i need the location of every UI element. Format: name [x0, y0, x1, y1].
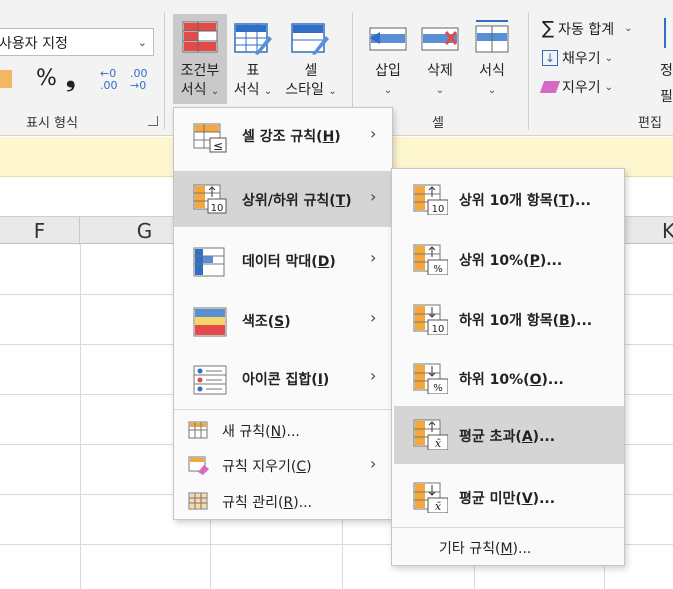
chevron-right-icon: › — [370, 454, 377, 473]
menu-item-highlight-cells-rules[interactable]: ≤ 셀 강조 규칙(H) › — [174, 108, 392, 166]
cell-styles-icon — [291, 23, 329, 55]
svg-text:%: % — [433, 383, 443, 394]
chevron-right-icon: › — [370, 187, 377, 206]
menu-item-below-average[interactable]: x̄ 평균 미만(V)... — [392, 469, 624, 525]
sigma-icon: ∑ — [542, 18, 555, 39]
svg-text:x̄: x̄ — [435, 500, 442, 513]
top-10-percent-icon: % — [413, 244, 448, 275]
top-10-items-icon: 10 — [413, 184, 448, 215]
menu-item-bottom-10-items[interactable]: 10 하위 10개 항목(B)... — [392, 291, 624, 347]
insert-cells-button[interactable]: 삽입 ⌄ — [366, 14, 410, 104]
fill-down-icon: ↓ — [542, 50, 558, 66]
menu-item-new-rule[interactable]: 새 규칙(N)... — [174, 413, 392, 447]
cells-group-label: 셀 — [432, 116, 444, 131]
chevron-down-icon: ⌄ — [263, 86, 273, 97]
autosum-button[interactable]: ∑ 자동 합계 ⌄ — [542, 18, 633, 39]
decrease-decimal-button[interactable]: .00 →0 — [130, 68, 156, 92]
delete-cells-button[interactable]: 삭제 ⌄ — [418, 14, 462, 104]
chevron-right-icon: › — [370, 124, 377, 143]
number-format-value: 사용자 지정 — [0, 36, 68, 52]
percent-style-button[interactable]: % — [36, 66, 57, 91]
color-scales-icon — [193, 307, 227, 337]
chevron-down-icon: ⌄ — [210, 86, 220, 97]
chevron-right-icon: › — [370, 248, 377, 267]
conditional-formatting-menu: ≤ 셀 강조 규칙(H) › 10 상위/하위 규칙(T) › 데이터 막대(D… — [173, 107, 393, 520]
menu-item-bottom-10-percent[interactable]: % 하위 10%(O)... — [392, 350, 624, 406]
menu-item-top-10-percent[interactable]: % 상위 10%(P)... — [392, 231, 624, 287]
svg-text:10: 10 — [211, 203, 224, 214]
top-bottom-rules-submenu: 10 상위 10개 항목(T)... % 상위 10%(P)... 10 하위 … — [391, 168, 625, 566]
chevron-down-icon: ⌄ — [487, 85, 497, 96]
currency-icon[interactable] — [0, 70, 12, 88]
menu-item-color-scales[interactable]: 색조(S) › — [174, 292, 392, 350]
editing-group-label: 편집 — [638, 116, 662, 131]
format-as-table-button[interactable]: 표 서식 ⌄ — [229, 14, 277, 104]
icon-sets-icon — [193, 365, 227, 395]
conditional-formatting-button[interactable]: 조건부 서식 ⌄ — [173, 14, 227, 104]
sort-icon — [664, 18, 673, 48]
menu-item-icon-sets[interactable]: 아이콘 집합(I) › — [174, 350, 392, 408]
dialog-launcher-icon[interactable] — [148, 116, 158, 126]
eraser-icon — [539, 81, 561, 93]
format-as-table-icon — [234, 23, 272, 55]
menu-item-clear-rules[interactable]: 규칙 지우기(C) › — [174, 448, 392, 482]
chevron-down-icon: ⌄ — [624, 23, 633, 34]
comma-style-button[interactable]: ❟ — [66, 64, 75, 92]
manage-rules-icon — [188, 492, 208, 510]
number-group-label: 표시 형식 — [26, 116, 78, 131]
menu-item-data-bars[interactable]: 데이터 막대(D) › — [174, 232, 392, 290]
column-header-f[interactable]: F — [0, 217, 80, 245]
highlight-cells-rules-icon: ≤ — [193, 123, 227, 153]
find-select-button[interactable]: 필 — [660, 86, 673, 106]
sort-filter-button[interactable]: 정 — [660, 60, 673, 80]
chevron-down-icon: ⌄ — [137, 36, 147, 49]
menu-item-manage-rules[interactable]: 규칙 관리(R)... — [174, 484, 392, 518]
column-header-k[interactable]: K — [652, 217, 673, 245]
svg-text:10: 10 — [432, 324, 445, 335]
clear-button[interactable]: 지우기 ⌄ — [539, 77, 614, 97]
svg-text:10: 10 — [432, 204, 445, 215]
delete-cells-icon — [421, 27, 459, 51]
chevron-down-icon: ⌄ — [435, 85, 445, 96]
chevron-right-icon: › — [370, 308, 377, 327]
above-average-icon: x̄ — [413, 419, 448, 450]
svg-text:%: % — [433, 264, 443, 275]
chevron-down-icon: ⌄ — [328, 86, 337, 97]
chevron-right-icon: › — [370, 366, 377, 385]
svg-text:x̄: x̄ — [435, 437, 442, 450]
menu-item-above-average[interactable]: x̄ 평균 초과(A)... — [394, 406, 624, 464]
bottom-10-items-icon: 10 — [413, 304, 448, 335]
menu-item-more-rules[interactable]: 기타 규칙(M)... — [392, 531, 624, 563]
chevron-down-icon: ⌄ — [383, 85, 393, 96]
fill-button[interactable]: ↓ 채우기 ⌄ — [542, 48, 613, 68]
bottom-10-percent-icon: % — [413, 363, 448, 394]
format-cells-button[interactable]: 서식 ⌄ — [470, 14, 514, 104]
top-bottom-rules-icon: 10 — [193, 184, 227, 214]
data-bars-icon — [193, 247, 225, 277]
conditional-formatting-icon — [182, 21, 218, 53]
chevron-down-icon: ⌄ — [604, 81, 614, 93]
number-format-select[interactable]: 사용자 지정 ⌄ — [0, 28, 154, 56]
below-average-icon: x̄ — [413, 482, 448, 513]
increase-decimal-button[interactable]: ←0 .00 — [100, 68, 126, 92]
cell-styles-button[interactable]: 셀 스타일 ⌄ — [280, 14, 342, 104]
menu-item-top-10-items[interactable]: 10 상위 10개 항목(T)... — [392, 171, 624, 227]
menu-item-top-bottom-rules[interactable]: 10 상위/하위 규칙(T) › — [174, 171, 392, 227]
insert-cells-icon — [369, 27, 407, 51]
svg-text:≤: ≤ — [213, 139, 223, 153]
format-cells-icon — [475, 20, 509, 53]
chevron-down-icon: ⌄ — [604, 52, 614, 64]
